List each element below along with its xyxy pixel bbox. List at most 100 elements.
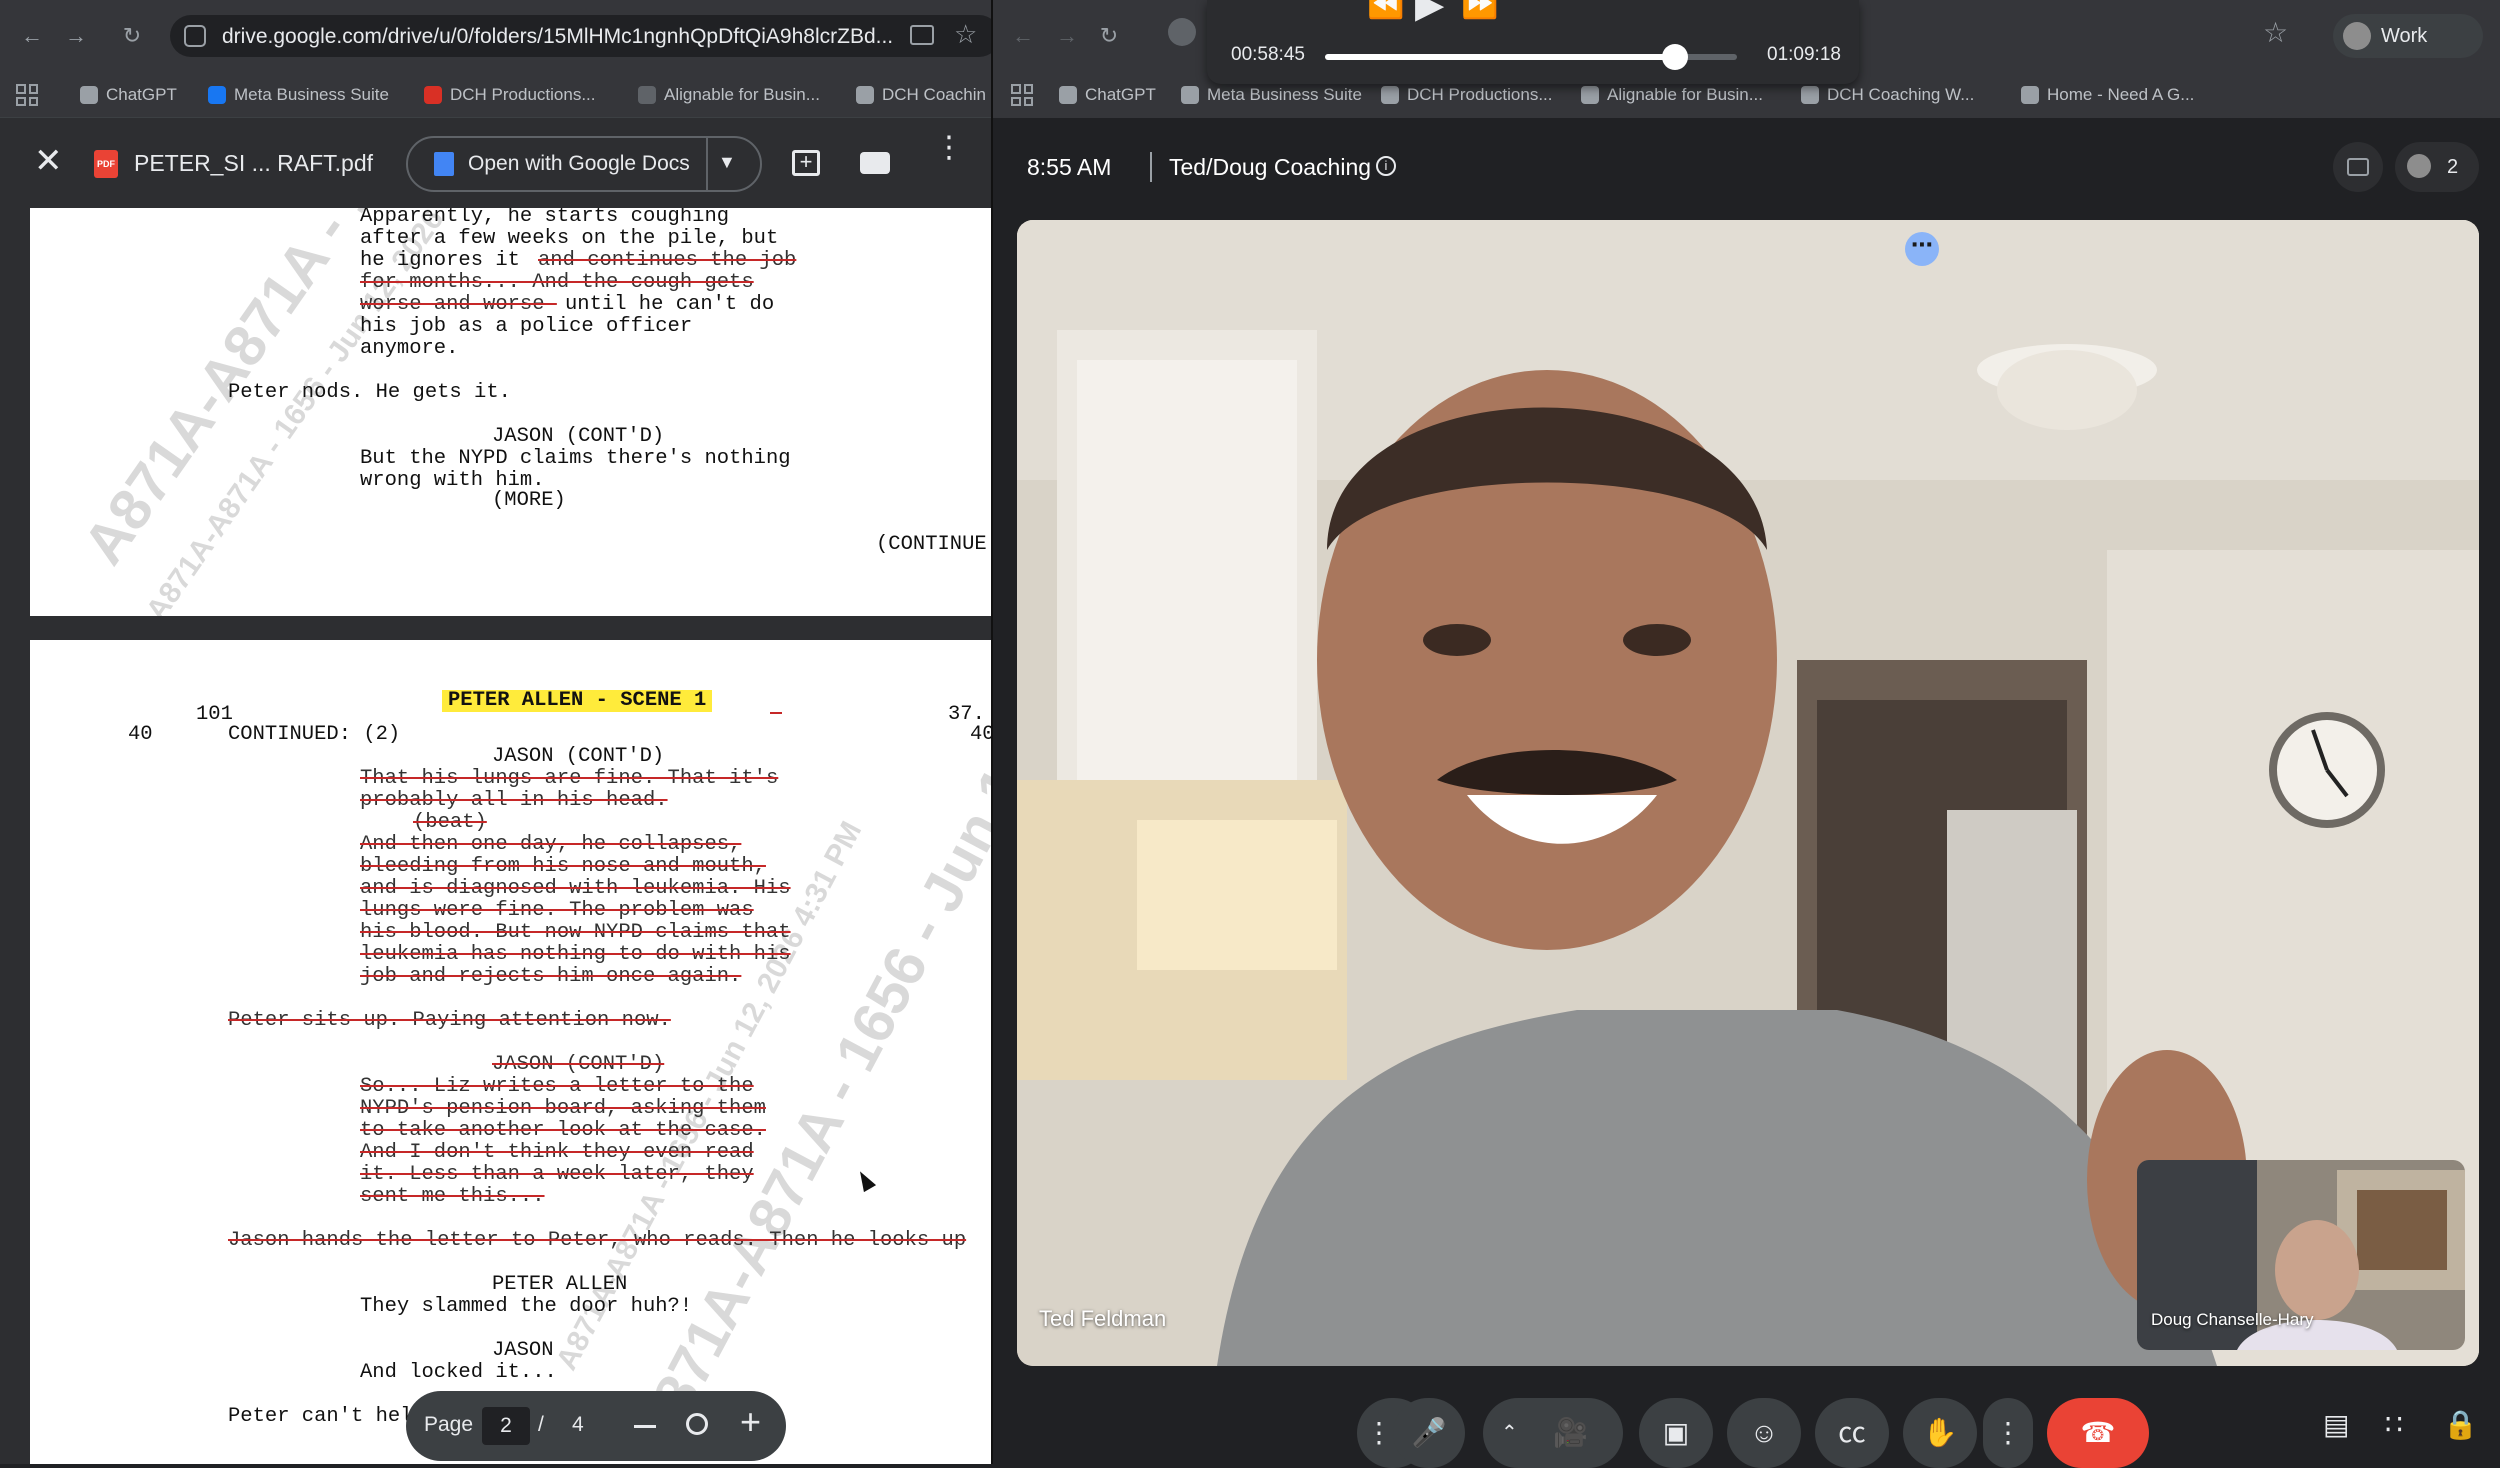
address-bar[interactable]: drive.google.com/drive/u/0/folders/15MlH… — [170, 15, 1000, 57]
activities-icon[interactable]: ∷ — [2385, 1408, 2403, 1441]
script-line: JASON (CONT'D) — [492, 745, 665, 768]
apps-grid-icon[interactable] — [16, 84, 38, 106]
bookmark-label: ChatGPT — [106, 85, 177, 104]
fast-forward-icon[interactable]: ⏩ — [1461, 0, 1498, 21]
script-line: And then one day, he collapses, — [360, 833, 742, 856]
left-bookmark[interactable]: DCH Coachin — [850, 78, 986, 112]
zoom-in-icon[interactable]: + — [740, 1401, 761, 1443]
script-line: sent me this... — [360, 1185, 545, 1208]
media-controls-popup: ⏪ ▶ ⏩ 00:58:45 01:09:18 — [1207, 0, 1859, 84]
microphone-icon: 🎤 — [1411, 1417, 1447, 1448]
script-line: his blood. But now NYPD claims that — [360, 921, 791, 944]
left-bookmark[interactable]: Meta Business Suite — [202, 78, 389, 112]
apps-grid-icon[interactable] — [1011, 84, 1033, 106]
bookmark-star-icon[interactable]: ☆ — [954, 19, 977, 50]
more-options-button[interactable]: ⋮ — [1983, 1398, 2033, 1468]
rewind-icon[interactable]: ⏪ — [1367, 0, 1404, 21]
right-bookmark[interactable]: ChatGPT — [1053, 78, 1156, 112]
back-icon[interactable]: ← — [16, 20, 48, 52]
play-icon[interactable]: ▶ — [1415, 0, 1444, 27]
bookmark-favicon-icon — [638, 86, 656, 104]
close-icon[interactable]: ✕ — [34, 144, 63, 178]
zoom-fit-icon[interactable] — [686, 1413, 708, 1435]
print-icon[interactable] — [860, 152, 890, 174]
page-number-input[interactable]: 2 — [482, 1407, 530, 1445]
captions-off-icon[interactable] — [2333, 142, 2383, 192]
add-to-drive-icon[interactable]: + — [792, 150, 820, 176]
self-view-tile[interactable]: Doug Chanselle-Hary — [2137, 1160, 2465, 1350]
back-icon[interactable]: ← — [1007, 20, 1039, 52]
more-options-icon[interactable]: ⋯ — [1905, 232, 1939, 266]
script-line: That his lungs are fine. That it's — [360, 767, 779, 790]
seek-bar-fill — [1325, 54, 1676, 60]
script-line: And I don't think they even read — [360, 1141, 754, 1164]
participants-button[interactable]: 2 — [2395, 142, 2479, 192]
reload-icon[interactable]: ↻ — [1093, 20, 1125, 52]
seek-bar[interactable] — [1325, 44, 1737, 70]
script-line: probably all in his head. — [360, 789, 668, 812]
camera-icon: 🎥 — [1553, 1417, 1588, 1448]
pdf-viewer-header: ✕ PDF PETER_SI ... RAFT.pdf Open with Go… — [0, 118, 993, 208]
script-line: NYPD's pension board, asking them — [360, 1097, 766, 1120]
meet-site-icon[interactable] — [1168, 18, 1196, 46]
captions-button[interactable]: ㏄ — [1815, 1398, 1889, 1468]
more-options-icon[interactable]: ⋮ — [934, 133, 964, 163]
scene-number-left: 40 — [128, 723, 153, 746]
bookmark-label: DCH Productions... — [1407, 85, 1553, 104]
bookmark-label: ChatGPT — [1085, 85, 1156, 104]
file-name: PETER_SI ... RAFT.pdf — [134, 150, 374, 176]
open-with-button-group: Open with Google Docs ▼ — [406, 136, 762, 192]
script-line: PETER ALLEN — [492, 1273, 628, 1296]
reload-icon[interactable]: ↻ — [116, 20, 148, 52]
present-screen-button[interactable]: ▣ — [1639, 1398, 1713, 1468]
script-line: his job as a police officer — [360, 315, 693, 338]
site-settings-icon[interactable] — [184, 25, 206, 47]
profile-label: Work — [2381, 25, 2428, 47]
meet-browser-window: ← → ↻ ☆ Work ChatGPT Meta Business Suite D… — [993, 0, 2500, 1468]
chat-icon[interactable]: ▤ — [2323, 1408, 2349, 1441]
script-line: Jason hands the letter to Peter, who rea… — [228, 1229, 967, 1252]
bookmark-favicon-icon — [1581, 86, 1599, 104]
open-with-dropdown-icon[interactable]: ▼ — [718, 152, 736, 173]
scene-heading: PETER ALLEN - SCENE 1 — [442, 690, 713, 712]
present-screen-icon: ▣ — [1662, 1417, 1690, 1448]
camera-button-group[interactable]: ⌃ 🎥 — [1483, 1398, 1623, 1468]
url-text: drive.google.com/drive/u/0/folders/15MlH… — [222, 25, 894, 48]
profile-button[interactable]: Work — [2333, 14, 2483, 58]
right-bookmark[interactable]: Home - Need A G... — [2015, 78, 2194, 112]
bookmark-favicon-icon — [424, 86, 442, 104]
script-line: JASON (CONT'D) — [492, 425, 665, 448]
page-label: Page — [424, 1413, 474, 1436]
host-controls-icon[interactable]: 🔒 — [2443, 1408, 2478, 1441]
script-line: So... Liz writes a letter to the — [360, 1075, 754, 1098]
microphone-button[interactable]: 🎤 — [1393, 1398, 1465, 1468]
script-line: (beat) — [413, 811, 487, 834]
forward-icon[interactable]: → — [60, 20, 92, 52]
zoom-out-icon[interactable] — [634, 1425, 656, 1428]
left-bookmark[interactable]: Alignable for Busin... — [632, 78, 820, 112]
open-with-google-docs-button[interactable]: Open with Google Docs — [468, 152, 690, 176]
leave-call-button[interactable]: ☎ — [2047, 1398, 2149, 1468]
people-icon — [2407, 154, 2431, 178]
pdf-page-1: A871A-A871A - 1656 - Jun 12, 2026 4:31 P… — [30, 208, 993, 616]
scene-number-right: 40 — [970, 723, 993, 746]
watermark: A871A-A871A - 1656 - Jun 12, 2026 4:31 P… — [620, 640, 993, 1461]
page-separator: / — [538, 1413, 544, 1436]
left-bookmark[interactable]: ChatGPT — [74, 78, 177, 112]
info-icon[interactable]: i — [1376, 156, 1396, 176]
script-line: anymore. — [360, 337, 459, 360]
raise-hand-button[interactable]: ✋ — [1903, 1398, 1977, 1468]
install-app-icon[interactable] — [910, 25, 934, 45]
seek-knob[interactable] — [1662, 44, 1689, 70]
reactions-button[interactable]: ☺ — [1727, 1398, 1801, 1468]
script-line: and continues the job — [538, 249, 797, 272]
bookmark-star-icon[interactable]: ☆ — [2263, 16, 2288, 49]
forward-icon[interactable]: → — [1051, 20, 1083, 52]
main-video-tile[interactable]: ⋯ Ted Feldman Doug Chanselle-Hary — [1017, 220, 2479, 1366]
camera-options-icon[interactable]: ⌃ — [1501, 1398, 1518, 1468]
script-line: They slammed the door huh?! — [360, 1295, 693, 1318]
page-navigation: Page 2 / 4 + — [406, 1391, 786, 1461]
drive-browser-window: ← → ↻ drive.google.com/drive/u/0/folders… — [0, 0, 1000, 1464]
left-bookmark[interactable]: DCH Productions... — [418, 78, 596, 112]
bookmark-label: Home - Need A G... — [2047, 85, 2195, 104]
